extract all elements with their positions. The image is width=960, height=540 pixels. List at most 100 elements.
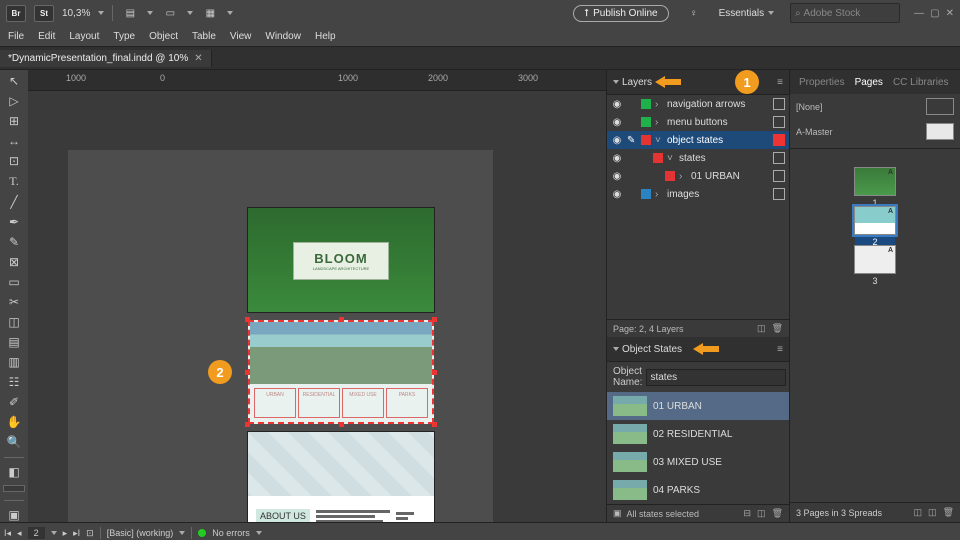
prev-page-icon[interactable]: ◂ xyxy=(17,528,22,539)
direct-selection-tool-icon[interactable]: ▷ xyxy=(5,94,23,108)
delete-state-icon[interactable]: 🗑 xyxy=(772,508,783,519)
workspace-dropdown[interactable]: Essentials xyxy=(719,8,775,19)
type-tool-icon[interactable]: T. xyxy=(5,174,23,189)
new-sublayer-icon[interactable]: ◫ xyxy=(757,323,766,334)
menu-table[interactable]: Table xyxy=(192,31,216,42)
page-1[interactable]: BLOOM LANDSCAPE ARCHITECTURE xyxy=(248,208,434,312)
chevron-down-icon xyxy=(98,11,104,15)
scissors-tool-icon[interactable]: ✂ xyxy=(5,295,23,309)
state-row[interactable]: 02 RESIDENTIAL xyxy=(607,420,789,448)
layer-row[interactable]: ◉˅states xyxy=(607,149,789,167)
note-tool-icon[interactable]: ☷ xyxy=(5,375,23,389)
new-page-icon[interactable]: ◫ xyxy=(928,507,937,518)
content-collector-icon[interactable]: ⊡ xyxy=(5,154,23,168)
menu-window[interactable]: Window xyxy=(265,31,301,42)
first-page-icon[interactable]: I◂ xyxy=(4,528,11,539)
close-tab-icon[interactable]: ✕ xyxy=(194,53,202,64)
layer-row[interactable]: ◉›navigation arrows xyxy=(607,95,789,113)
preflight-errors[interactable]: No errors xyxy=(212,528,250,538)
paste-into-icon[interactable]: ⊟ xyxy=(744,508,752,519)
zoom-tool-icon[interactable]: 🔍 xyxy=(5,435,23,449)
object-name-input[interactable] xyxy=(646,369,786,386)
last-page-icon[interactable]: ▸I xyxy=(73,528,80,539)
menu-layout[interactable]: Layout xyxy=(69,31,99,42)
page-thumb-2[interactable]: A2 xyxy=(854,206,896,235)
document-canvas[interactable]: 1000 0 1000 2000 3000 BLOOM LANDSCAPE AR… xyxy=(28,70,606,522)
document-tab[interactable]: *DynamicPresentation_final.indd @ 10% ✕ xyxy=(0,50,212,67)
horizontal-ruler[interactable]: 1000 0 1000 2000 3000 xyxy=(28,70,606,91)
screen-mode-icon[interactable]: ▭ xyxy=(161,4,179,22)
stock-icon[interactable]: St xyxy=(34,5,54,22)
select-indicator-icon[interactable] xyxy=(773,98,785,110)
state-row[interactable]: 04 PARKS xyxy=(607,476,789,504)
visibility-icon[interactable]: ◉ xyxy=(611,189,623,200)
visibility-icon[interactable]: ◉ xyxy=(611,171,623,182)
page-thumb-1[interactable]: A1 xyxy=(854,167,896,196)
page-tool-icon[interactable]: ⊞ xyxy=(5,114,23,128)
select-indicator-icon[interactable] xyxy=(773,188,785,200)
visibility-icon[interactable]: ◉ xyxy=(611,153,623,164)
visibility-icon[interactable]: ◉ xyxy=(611,99,623,110)
edit-page-size-icon[interactable]: ◫ xyxy=(914,507,923,518)
menu-object[interactable]: Object xyxy=(149,31,178,42)
visibility-icon[interactable]: ◉ xyxy=(611,135,623,146)
next-page-icon[interactable]: ▸ xyxy=(63,528,68,539)
eyedropper-tool-icon[interactable]: ✐ xyxy=(5,395,23,409)
tab-cc-libraries[interactable]: CC Libraries xyxy=(888,77,954,88)
menu-type[interactable]: Type xyxy=(113,31,135,42)
selection-tool-icon[interactable]: ↖ xyxy=(5,74,23,88)
publish-online-button[interactable]: ⭡ Publish Online xyxy=(573,5,668,22)
rectangle-frame-tool-icon[interactable]: ⊠ xyxy=(5,255,23,269)
gap-tool-icon[interactable]: ↔ xyxy=(5,134,23,148)
select-indicator-icon[interactable] xyxy=(773,134,785,146)
state-row[interactable]: 01 URBAN xyxy=(607,392,789,420)
bridge-icon[interactable]: Br xyxy=(6,5,26,22)
line-tool-icon[interactable]: ╱ xyxy=(5,195,23,209)
menu-file[interactable]: File xyxy=(8,31,24,42)
pencil-tool-icon[interactable]: ✎ xyxy=(5,235,23,249)
close-icon[interactable]: ✕ xyxy=(946,8,954,19)
menu-help[interactable]: Help xyxy=(315,31,336,42)
free-transform-tool-icon[interactable]: ◫ xyxy=(5,315,23,329)
stock-search-input[interactable]: ⌕ Adobe Stock xyxy=(790,3,900,23)
rectangle-tool-icon[interactable]: ▭ xyxy=(5,275,23,289)
open-icon[interactable]: ⊡ xyxy=(86,528,94,539)
visibility-icon[interactable]: ◉ xyxy=(611,117,623,128)
new-state-icon[interactable]: ◫ xyxy=(757,508,766,519)
view-options-icon[interactable]: ▤ xyxy=(121,4,139,22)
delete-page-icon[interactable]: 🗑 xyxy=(943,507,954,518)
gradient-swatch-tool-icon[interactable]: ▤ xyxy=(5,335,23,349)
delete-layer-icon[interactable]: 🗑 xyxy=(772,323,783,334)
master-a-row[interactable]: A-Master xyxy=(790,119,960,144)
layer-row[interactable]: ◉›01 URBAN xyxy=(607,167,789,185)
select-indicator-icon[interactable] xyxy=(773,116,785,128)
layer-row[interactable]: ◉›images xyxy=(607,185,789,203)
select-indicator-icon[interactable] xyxy=(773,170,785,182)
state-row[interactable]: 03 MIXED USE xyxy=(607,448,789,476)
arrange-icon[interactable]: ▦ xyxy=(201,4,219,22)
zoom-dropdown[interactable]: 10,3% xyxy=(62,8,90,19)
text-bars xyxy=(316,510,390,523)
layer-row[interactable]: ◉✎˅object states xyxy=(607,131,789,149)
fill-stroke-icon[interactable]: ◧ xyxy=(5,465,23,479)
screen-mode-tool-icon[interactable]: ▣ xyxy=(5,508,23,522)
minimize-icon[interactable]: — xyxy=(914,8,924,19)
preview-spread-icon[interactable]: ▣ xyxy=(613,508,622,519)
page-3[interactable]: ABOUT US xyxy=(248,432,434,522)
page-number-input[interactable]: 2 xyxy=(28,527,45,539)
page-2-selected-object[interactable]: URBAN RESIDENTIAL MIXED USE PARKS xyxy=(248,320,434,424)
layer-row[interactable]: ◉›menu buttons xyxy=(607,113,789,131)
bulb-icon[interactable]: ♀ xyxy=(685,4,703,22)
tab-pages[interactable]: Pages xyxy=(850,77,888,88)
hand-tool-icon[interactable]: ✋ xyxy=(5,415,23,429)
color-theme-icon[interactable] xyxy=(3,485,25,491)
preflight-profile[interactable]: [Basic] (working) xyxy=(107,528,174,538)
menu-view[interactable]: View xyxy=(230,31,252,42)
menu-edit[interactable]: Edit xyxy=(38,31,55,42)
master-none-row[interactable]: [None] xyxy=(790,94,960,119)
pen-tool-icon[interactable]: ✒ xyxy=(5,215,23,229)
page-thumb-3[interactable]: A3 xyxy=(854,245,896,274)
select-indicator-icon[interactable] xyxy=(773,152,785,164)
gradient-feather-tool-icon[interactable]: ▥ xyxy=(5,355,23,369)
maximize-icon[interactable]: ▢ xyxy=(930,8,939,19)
